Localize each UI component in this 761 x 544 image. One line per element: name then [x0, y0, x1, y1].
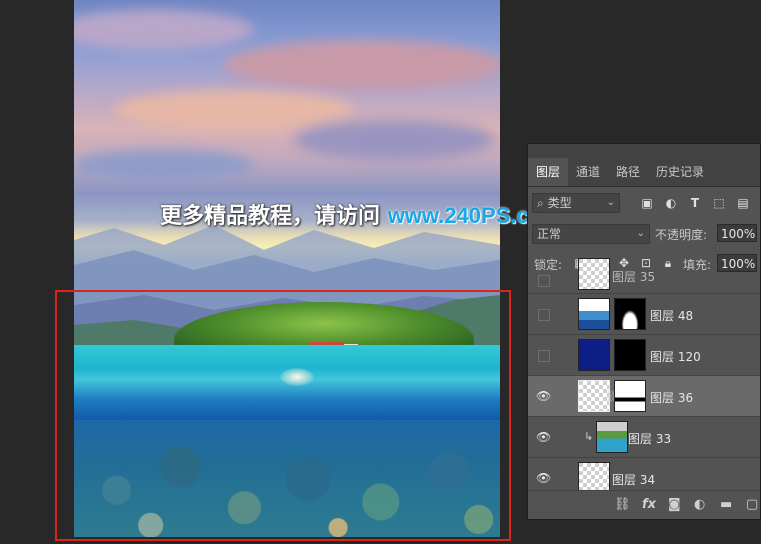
layer-row[interactable]: 图层 35	[528, 258, 760, 294]
cloud	[294, 120, 494, 160]
layer-name: 图层 33	[628, 432, 672, 446]
layer-name: 图层 36	[650, 391, 694, 405]
visibility-toggle[interactable]	[538, 275, 550, 287]
filter-kind-label: 类型	[547, 196, 572, 210]
mask-thumbnail[interactable]	[614, 380, 646, 412]
layer-name: 图层 120	[650, 350, 701, 364]
selection-rectangle	[55, 290, 511, 541]
pixel-filter-icon[interactable]: ▣	[640, 196, 654, 210]
eye-icon[interactable]: 👁︎	[536, 471, 551, 485]
cloud	[224, 40, 500, 90]
visibility-toggle[interactable]	[538, 309, 550, 321]
lock-all-icon[interactable]: 🔒︎	[661, 256, 675, 270]
watermark-text: 更多精品教程，请访问	[160, 204, 381, 229]
cloud	[114, 90, 354, 130]
panel-tabs: 图层 通道 路径 历史记录	[528, 158, 760, 187]
chevron-down-icon: ⌄	[606, 197, 615, 208]
fx-icon[interactable]: fx	[642, 497, 656, 512]
layer-list: 图层 35 ⛓ 图层 48 图层 120 👁︎ ⛓ 图层 36 👁︎ ↳	[528, 258, 760, 499]
watermark: 更多精品教程，请访问 www.240PS.com	[160, 198, 562, 230]
shape-filter-icon[interactable]: ⬚	[712, 196, 726, 210]
mask-thumbnail[interactable]	[614, 339, 646, 371]
layer-thumbnail	[578, 298, 610, 330]
new-layer-icon[interactable]: ▢	[746, 497, 758, 512]
tab-layers[interactable]: 图层	[528, 158, 569, 186]
visibility-toggle[interactable]	[538, 350, 550, 362]
fill-input[interactable]: 100%	[717, 254, 757, 272]
lock-label: 锁定:	[534, 258, 563, 272]
tab-paths[interactable]: 路径	[608, 158, 648, 186]
chevron-down-icon: ⌄	[636, 228, 645, 239]
layer-filter-dropdown[interactable]: ⌕ 类型 ⌄	[532, 193, 620, 213]
eye-icon[interactable]: 👁︎	[536, 389, 551, 403]
tab-history[interactable]: 历史记录	[648, 158, 712, 186]
new-group-icon[interactable]: ▬	[720, 497, 732, 512]
layer-row[interactable]: 👁︎ ⛓ 图层 36	[528, 376, 760, 417]
layer-thumbnail	[578, 339, 610, 371]
tab-channels[interactable]: 通道	[568, 158, 608, 186]
layer-row[interactable]: 👁︎ ↳ 图层 33	[528, 417, 760, 458]
opacity-label: 不透明度:	[655, 228, 708, 242]
layer-row[interactable]: 图层 120	[528, 335, 760, 376]
layers-toolbar: ⛓ fx ◙ ◐ ▬ ▢	[528, 490, 760, 519]
opacity-input[interactable]: 100%	[717, 224, 757, 242]
adjustment-layer-icon[interactable]: ◐	[694, 497, 705, 512]
mask-thumbnail[interactable]	[614, 298, 646, 330]
eye-icon[interactable]: 👁︎	[536, 430, 551, 444]
smart-object-filter-icon[interactable]: ▤	[736, 196, 750, 210]
layer-name: 图层 34	[612, 473, 656, 487]
layer-name: 图层 35	[612, 270, 656, 284]
search-icon: ⌕	[537, 196, 544, 210]
blend-mode-value: 正常	[537, 227, 562, 241]
layers-panel: 图层 通道 路径 历史记录 ⌕ 类型 ⌄ ▣ ◐ T ⬚ ▤ 正常 ⌄ 不透明度…	[527, 143, 761, 520]
blend-mode-dropdown[interactable]: 正常 ⌄	[532, 224, 650, 244]
layer-thumbnail	[578, 258, 610, 290]
clipping-arrow-icon: ↳	[584, 430, 594, 443]
add-mask-icon[interactable]: ◙	[668, 497, 681, 512]
panel-header[interactable]	[528, 144, 760, 158]
layer-name: 图层 48	[650, 309, 694, 323]
cloud	[74, 10, 254, 50]
cloud	[74, 150, 254, 180]
layer-row[interactable]: ⛓ 图层 48	[528, 294, 760, 335]
adjustment-filter-icon[interactable]: ◐	[664, 196, 678, 210]
fill-label: 填充:	[683, 258, 712, 272]
link-layers-icon[interactable]: ⛓	[614, 497, 631, 512]
type-filter-icon[interactable]: T	[688, 196, 702, 210]
layer-thumbnail	[596, 421, 628, 453]
